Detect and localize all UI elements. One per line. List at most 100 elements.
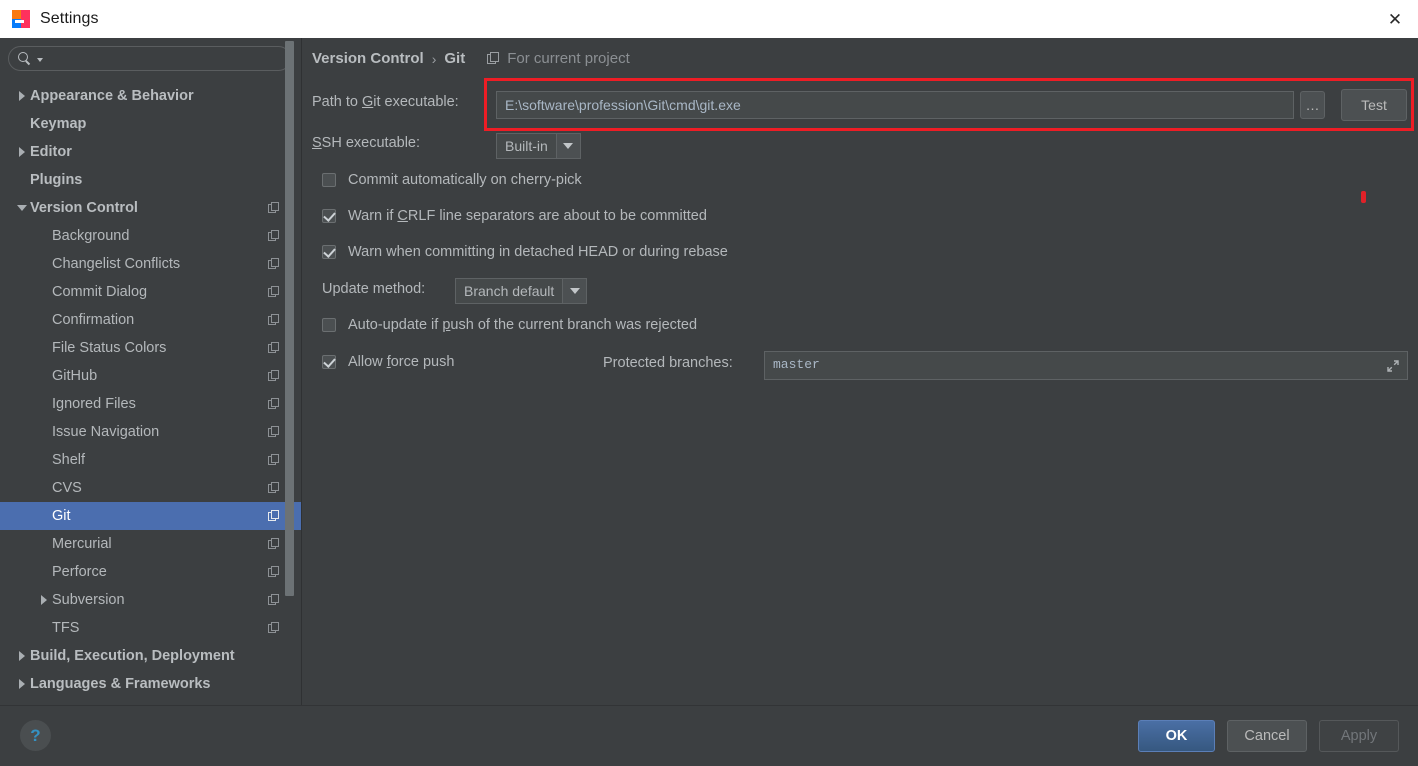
sidebar-item-languages-frameworks[interactable]: Languages & Frameworks bbox=[0, 670, 302, 698]
checkbox-commit-automatically[interactable]: Commit automatically on cherry-pick bbox=[322, 172, 582, 188]
sidebar-item-confirmation[interactable]: Confirmation bbox=[0, 306, 302, 334]
copy-settings-icon[interactable] bbox=[268, 426, 280, 438]
window-title: Settings bbox=[40, 10, 99, 27]
sidebar-item-label: Appearance & Behavior bbox=[30, 88, 194, 104]
chevron-down-icon[interactable] bbox=[555, 133, 581, 159]
copy-settings-icon[interactable] bbox=[268, 398, 280, 410]
breadcrumb: Version Control › Git For current projec… bbox=[312, 50, 630, 67]
checkbox-box[interactable] bbox=[322, 318, 336, 332]
sidebar-item-label: Plugins bbox=[30, 172, 83, 188]
sidebar-item-file-status-colors[interactable]: File Status Colors bbox=[0, 334, 302, 362]
copy-settings-icon[interactable] bbox=[268, 342, 280, 354]
sidebar-item-plugins[interactable]: Plugins bbox=[0, 166, 302, 194]
protected-branches-field[interactable]: master bbox=[764, 351, 1408, 380]
ssh-executable-value: Built-in bbox=[496, 133, 556, 159]
chevron-right-icon[interactable] bbox=[14, 676, 30, 692]
breadcrumb-separator: › bbox=[431, 50, 437, 67]
sidebar-item-cvs[interactable]: CVS bbox=[0, 474, 302, 502]
sidebar-scrollbar[interactable] bbox=[285, 41, 294, 596]
sidebar-item-background[interactable]: Background bbox=[0, 222, 302, 250]
sidebar-item-git[interactable]: Git bbox=[0, 502, 302, 530]
chevron-down-icon[interactable] bbox=[562, 278, 588, 304]
cancel-button[interactable]: Cancel bbox=[1227, 720, 1307, 752]
checkbox-box[interactable] bbox=[322, 173, 336, 187]
sidebar-item-subversion[interactable]: Subversion bbox=[0, 586, 302, 614]
sidebar-item-label: TFS bbox=[52, 620, 80, 636]
copy-settings-icon[interactable] bbox=[268, 202, 280, 214]
chevron-down-icon[interactable] bbox=[14, 200, 30, 216]
chevron-right-icon[interactable] bbox=[14, 648, 30, 664]
copy-settings-icon[interactable] bbox=[268, 482, 280, 494]
search-input[interactable] bbox=[43, 51, 290, 66]
sidebar-item-label: Issue Navigation bbox=[52, 424, 160, 440]
update-method-label: Update method: bbox=[322, 281, 426, 297]
sidebar-item-perforce[interactable]: Perforce bbox=[0, 558, 302, 586]
copy-settings-icon[interactable] bbox=[268, 538, 280, 550]
sidebar-item-shelf[interactable]: Shelf bbox=[0, 446, 302, 474]
sidebar-item-changelist-conflicts[interactable]: Changelist Conflicts bbox=[0, 250, 302, 278]
sidebar-item-label: Mercurial bbox=[52, 536, 112, 552]
copy-settings-icon[interactable] bbox=[268, 510, 280, 522]
copy-settings-icon[interactable] bbox=[268, 594, 280, 606]
sidebar-item-commit-dialog[interactable]: Commit Dialog bbox=[0, 278, 302, 306]
chevron-right-icon[interactable] bbox=[36, 592, 52, 608]
search-box[interactable] bbox=[8, 46, 291, 71]
apply-button[interactable]: Apply bbox=[1319, 720, 1399, 752]
sidebar-item-build-execution-deployment[interactable]: Build, Execution, Deployment bbox=[0, 642, 302, 670]
help-icon[interactable]: ? bbox=[20, 720, 51, 751]
copy-settings-icon[interactable] bbox=[268, 314, 280, 326]
ssh-executable-select[interactable]: Built-in bbox=[496, 133, 581, 159]
breadcrumb-parent[interactable]: Version Control bbox=[312, 50, 424, 67]
browse-button[interactable]: … bbox=[1300, 91, 1325, 119]
protected-branches-label: Protected branches: bbox=[603, 355, 733, 371]
sidebar-item-label: Subversion bbox=[52, 592, 125, 608]
checkbox-box[interactable] bbox=[322, 355, 336, 369]
checkbox-box[interactable] bbox=[322, 245, 336, 259]
ssh-label: SSH executable: bbox=[312, 135, 421, 151]
copy-settings-icon[interactable] bbox=[268, 622, 280, 634]
close-icon[interactable]: ✕ bbox=[1372, 0, 1418, 38]
chevron-right-icon[interactable] bbox=[14, 88, 30, 104]
checkbox-allow-force-push[interactable]: Allow force push bbox=[322, 354, 454, 370]
copy-settings-icon[interactable] bbox=[268, 286, 280, 298]
sidebar-item-ignored-files[interactable]: Ignored Files bbox=[0, 390, 302, 418]
sidebar-item-issue-navigation[interactable]: Issue Navigation bbox=[0, 418, 302, 446]
sidebar-item-label: Ignored Files bbox=[52, 396, 136, 412]
copy-settings-icon[interactable] bbox=[268, 454, 280, 466]
settings-sidebar: Appearance & Behavior Keymap Editor Plugins… bbox=[0, 38, 302, 705]
copy-settings-icon[interactable] bbox=[268, 230, 280, 242]
update-method-select[interactable]: Branch default bbox=[455, 278, 588, 304]
sidebar-item-label: Keymap bbox=[30, 116, 87, 132]
scope-label: For current project bbox=[507, 50, 630, 67]
sidebar-item-appearance-behavior[interactable]: Appearance & Behavior bbox=[0, 82, 302, 110]
sidebar-item-label: Background bbox=[52, 228, 130, 244]
sidebar-item-version-control[interactable]: Version Control bbox=[0, 194, 302, 222]
chevron-right-icon[interactable] bbox=[14, 144, 30, 160]
sidebar-item-tfs[interactable]: TFS bbox=[0, 614, 302, 642]
git-path-input[interactable] bbox=[496, 91, 1294, 119]
settings-tree[interactable]: Appearance & Behavior Keymap Editor Plugins… bbox=[0, 82, 302, 705]
checkbox-auto-update-on-reject[interactable]: Auto-update if push of the current branc… bbox=[322, 317, 697, 333]
sidebar-item-label: Languages & Frameworks bbox=[30, 676, 211, 692]
sidebar-item-editor[interactable]: Editor bbox=[0, 138, 302, 166]
settings-main-panel: Version Control › Git For current projec… bbox=[302, 38, 1418, 705]
sidebar-item-keymap[interactable]: Keymap bbox=[0, 110, 302, 138]
ok-button[interactable]: OK bbox=[1138, 720, 1215, 752]
checkbox-label: Commit automatically on cherry-pick bbox=[348, 172, 582, 188]
sidebar-item-github[interactable]: GitHub bbox=[0, 362, 302, 390]
copy-settings-icon[interactable] bbox=[268, 370, 280, 382]
sidebar-item-mercurial[interactable]: Mercurial bbox=[0, 530, 302, 558]
copy-settings-icon[interactable] bbox=[268, 258, 280, 270]
checkbox-box[interactable] bbox=[322, 209, 336, 223]
test-button[interactable]: Test bbox=[1341, 89, 1407, 121]
copy-settings-icon[interactable] bbox=[268, 566, 280, 578]
expand-icon[interactable] bbox=[1386, 359, 1400, 373]
checkbox-label: Warn when committing in detached HEAD or… bbox=[348, 244, 728, 260]
checkbox-warn-crlf[interactable]: Warn if CRLF line separators are about t… bbox=[322, 208, 707, 224]
checkbox-warn-detached-head[interactable]: Warn when committing in detached HEAD or… bbox=[322, 244, 728, 260]
